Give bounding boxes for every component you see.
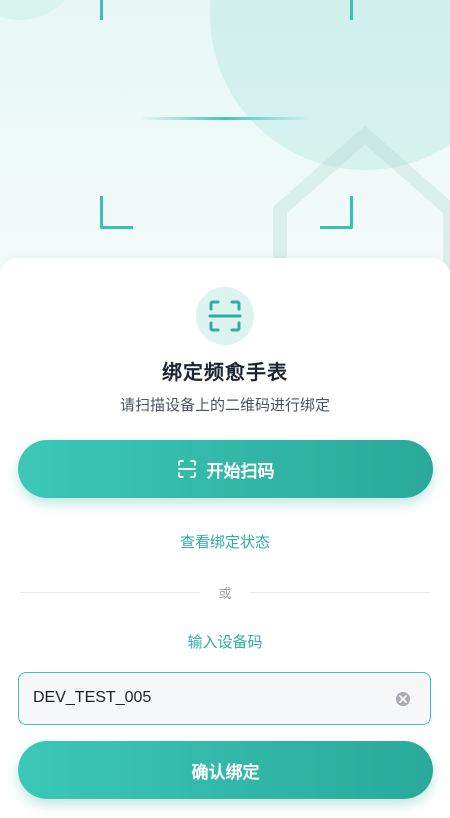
- device-code-input[interactable]: [33, 673, 373, 723]
- scan-line: [140, 117, 310, 120]
- scan-badge: [196, 287, 254, 345]
- confirm-bind-button[interactable]: 确认绑定: [18, 741, 433, 799]
- device-code-field: [18, 672, 431, 725]
- scanner-preview: [0, 0, 450, 270]
- start-scan-label: 开始扫码: [206, 461, 275, 482]
- scan-icon: [177, 460, 196, 478]
- enter-device-code-link[interactable]: 输入设备码: [0, 631, 450, 652]
- decor-house-outline: [273, 125, 450, 270]
- view-bind-status-link[interactable]: 查看绑定状态: [0, 531, 450, 552]
- clear-icon[interactable]: [396, 692, 410, 706]
- scan-frame-corner-top-left: [100, 0, 133, 20]
- confirm-bind-label: 确认绑定: [191, 762, 260, 783]
- scan-frame-corner-bottom-left: [100, 196, 133, 229]
- divider-right: [250, 592, 430, 593]
- scan-frame-corner-top-right: [320, 0, 353, 20]
- scan-frame-corner-bottom-right: [320, 196, 353, 229]
- scan-icon: [208, 300, 242, 332]
- decor-arc: [0, 0, 80, 20]
- clear-x-glyph: [399, 695, 407, 703]
- page-title: 绑定频愈手表: [162, 360, 288, 384]
- page-subtitle: 请扫描设备上的二维码进行绑定: [119, 396, 330, 414]
- start-scan-button[interactable]: 开始扫码: [18, 440, 433, 498]
